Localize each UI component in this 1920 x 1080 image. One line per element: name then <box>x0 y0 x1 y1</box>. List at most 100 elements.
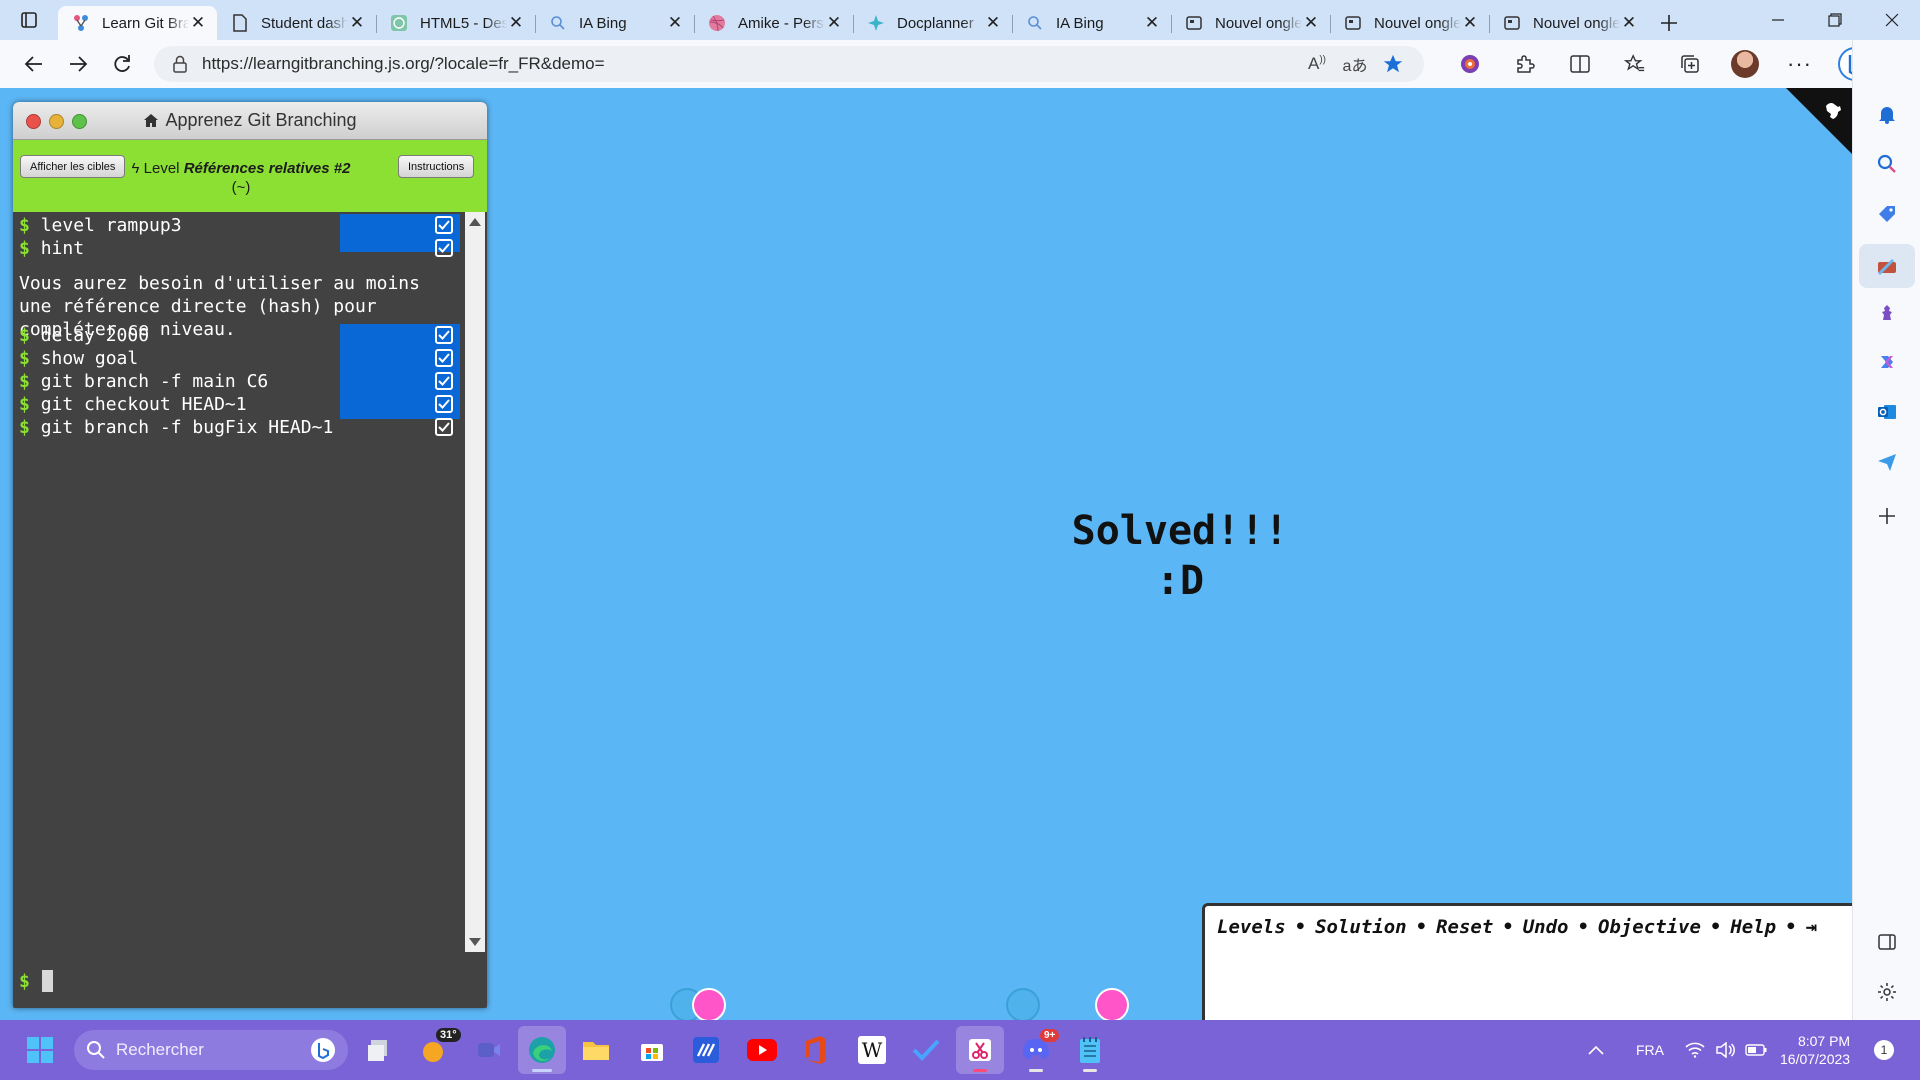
close-icon[interactable]: ✕ <box>1302 13 1320 32</box>
undo-link[interactable]: Undo <box>1523 916 1569 938</box>
objective-link[interactable]: Objective <box>1598 916 1701 938</box>
bing-search-favicon-icon <box>1026 14 1044 32</box>
github-corner-link[interactable] <box>1786 88 1852 154</box>
scroll-down-icon[interactable] <box>469 938 481 946</box>
sidebar-settings-button[interactable] <box>1853 970 1920 1014</box>
commit-node[interactable] <box>692 988 726 1020</box>
back-button[interactable] <box>12 44 56 84</box>
tab-nouvel-onglet[interactable]: Nouvel onglet ✕ <box>1171 6 1330 40</box>
discord-app[interactable]: 9+ <box>1012 1026 1060 1074</box>
tab-title: IA Bing <box>579 14 627 32</box>
weather-widget[interactable]: 31° <box>410 1026 461 1074</box>
close-icon[interactable]: ✕ <box>507 13 525 32</box>
start-button[interactable] <box>16 1026 64 1074</box>
bing-search-favicon-icon <box>549 14 567 32</box>
favorites-button[interactable] <box>1607 44 1662 84</box>
search-button[interactable] <box>1853 142 1920 186</box>
scroll-up-icon[interactable] <box>469 218 481 226</box>
profile-button[interactable] <box>1717 44 1772 84</box>
tab-actions-menu-button[interactable] <box>0 0 58 40</box>
refresh-button[interactable] <box>100 44 144 84</box>
refresh-icon <box>114 55 130 72</box>
close-window-button[interactable] <box>1863 0 1920 40</box>
microsoft-store-app[interactable] <box>628 1026 676 1074</box>
show-hidden-icons-button[interactable] <box>1588 1020 1604 1080</box>
games-button[interactable] <box>1853 290 1920 334</box>
system-tray-icons[interactable] <box>1685 1020 1767 1080</box>
tab-nouvel-onglet-3[interactable]: Nouvel onglet ✕ <box>1489 6 1648 40</box>
outlook-button[interactable] <box>1853 390 1920 434</box>
levels-link[interactable]: Levels <box>1217 916 1286 938</box>
copilot-button[interactable] <box>1853 340 1920 384</box>
maximize-dot-icon[interactable] <box>72 114 87 129</box>
hide-sidebar-button[interactable] <box>1853 920 1920 964</box>
todo-app[interactable] <box>902 1026 950 1074</box>
close-icon[interactable]: ✕ <box>1143 13 1161 32</box>
notepad-app[interactable] <box>1066 1026 1114 1074</box>
restore-button[interactable] <box>1806 0 1863 40</box>
tools-button[interactable] <box>1859 244 1915 288</box>
tab-learn-git-branching[interactable]: Learn Git Branching ✕ <box>58 6 217 40</box>
commit-node[interactable] <box>1095 988 1129 1020</box>
office-app[interactable] <box>792 1026 840 1074</box>
extension-button[interactable] <box>1442 44 1497 84</box>
tab-nouvel-onglet-2[interactable]: Nouvel onglet ✕ <box>1330 6 1489 40</box>
tab-student-dashboard[interactable]: Student dashboard ✕ <box>217 6 376 40</box>
close-icon[interactable]: ✕ <box>984 13 1002 32</box>
translate-button[interactable]: aあ <box>1336 47 1374 81</box>
collections-button[interactable] <box>1662 44 1717 84</box>
tab-docplanner[interactable]: Docplanner ✕ <box>853 6 1012 40</box>
address-bar[interactable]: https://learngitbranching.js.org/?locale… <box>154 46 1424 82</box>
new-tab-button[interactable] <box>1648 6 1690 40</box>
close-dot-icon[interactable] <box>26 114 41 129</box>
clock[interactable]: 8:07 PM 16/07/2023 <box>1780 1020 1850 1080</box>
close-icon[interactable]: ✕ <box>1620 13 1638 32</box>
tab-ia-bing[interactable]: IA Bing ✕ <box>535 6 694 40</box>
task-view-button[interactable] <box>354 1026 402 1074</box>
edge-app[interactable] <box>518 1026 566 1074</box>
level-toolbar: Afficher les cibles ϟ Level Références r… <box>13 140 487 212</box>
send-button[interactable] <box>1853 440 1920 484</box>
tab-amike[interactable]: Amike - Personal ✕ <box>694 6 853 40</box>
instructions-button[interactable]: Instructions <box>398 155 475 178</box>
shopping-button[interactable] <box>1853 192 1920 236</box>
tab-ia-bing-2[interactable]: IA Bing ✕ <box>1012 6 1171 40</box>
close-icon[interactable]: ✕ <box>825 13 843 32</box>
close-icon[interactable]: ✕ <box>1461 13 1479 32</box>
split-screen-button[interactable] <box>1552 44 1607 84</box>
forward-button[interactable] <box>56 44 100 84</box>
notification-center-button[interactable]: 1 <box>1874 1020 1894 1080</box>
help-link[interactable]: Help <box>1730 916 1776 938</box>
commit-node[interactable] <box>1006 988 1040 1020</box>
terminal-scrollbar[interactable] <box>465 212 485 952</box>
read-aloud-button[interactable]: A)) <box>1298 47 1336 81</box>
tab-html5[interactable]: HTML5 - Description ✕ <box>376 6 535 40</box>
close-icon[interactable]: ✕ <box>348 13 366 32</box>
notifications-button[interactable] <box>1853 92 1920 136</box>
youtube-app[interactable] <box>738 1026 786 1074</box>
url-text[interactable]: https://learngitbranching.js.org/?locale… <box>202 54 1298 74</box>
star-filled-icon <box>1383 54 1403 73</box>
taskbar-search[interactable]: Rechercher <box>74 1030 348 1070</box>
wikipedia-app[interactable]: W <box>848 1026 896 1074</box>
minimize-button[interactable] <box>1749 0 1806 40</box>
close-icon[interactable]: ✕ <box>189 13 207 32</box>
command-input[interactable]: $ <box>19 970 53 992</box>
solution-link[interactable]: Solution <box>1315 916 1407 938</box>
file-explorer-app[interactable] <box>572 1026 620 1074</box>
extensions-button[interactable] <box>1497 44 1552 84</box>
exit-icon[interactable]: ⇥ <box>1806 916 1817 938</box>
close-icon[interactable]: ✕ <box>666 13 684 32</box>
reset-link[interactable]: Reset <box>1436 916 1493 938</box>
minimize-dot-icon[interactable] <box>49 114 64 129</box>
add-sidebar-app-button[interactable] <box>1853 494 1920 538</box>
teams-app[interactable] <box>465 1026 513 1074</box>
lock-icon[interactable] <box>172 55 188 73</box>
snipping-tool-app[interactable] <box>956 1026 1004 1074</box>
folder-icon <box>583 1042 609 1060</box>
settings-menu-button[interactable]: ··· <box>1772 44 1827 84</box>
favorite-button[interactable] <box>1374 47 1412 81</box>
show-goals-button[interactable]: Afficher les cibles <box>20 155 126 178</box>
language-indicator[interactable]: FRA <box>1636 1020 1664 1080</box>
math-app[interactable] <box>682 1026 730 1074</box>
